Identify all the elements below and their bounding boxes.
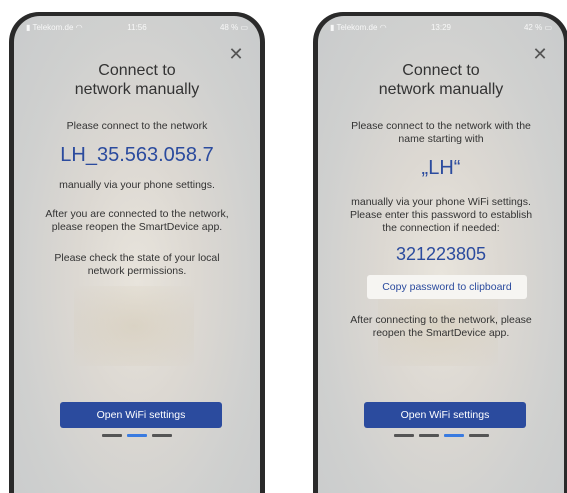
- pagination-dots: [318, 434, 564, 437]
- page-title: Connect to network manually: [74, 62, 200, 98]
- battery-icon: ▭: [544, 22, 552, 32]
- battery-label: 42 % ▭: [523, 22, 552, 32]
- signal-icon: ▮: [26, 22, 31, 32]
- screen-right: ▮ Telekom.de ◠ 13:29 42 % ▭ ✕ Connect to…: [318, 16, 564, 493]
- pagination-dot: [102, 434, 122, 437]
- instruction-text: Please connect to the network with the n…: [351, 120, 531, 145]
- battery-label: 48 % ▭: [219, 22, 248, 32]
- pagination-dot: [152, 434, 172, 437]
- open-wifi-settings-button[interactable]: Open WiFi settings: [60, 402, 222, 428]
- settings-hint: manually via your phone settings.: [59, 179, 215, 191]
- pagination-dot: [393, 434, 414, 437]
- copy-password-button[interactable]: Copy password to clipboard: [367, 275, 527, 299]
- carrier-label: ▮ Telekom.de ◠: [330, 22, 387, 32]
- close-icon[interactable]: ✕: [228, 45, 244, 63]
- status-time: 11:56: [127, 22, 147, 32]
- pagination-dot: [418, 434, 439, 437]
- status-bar: ▮ Telekom.de ◠ 11:56 48 % ▭: [26, 20, 248, 34]
- battery-icon: ▭: [240, 22, 248, 32]
- pagination-dot: [468, 434, 489, 437]
- wifi-icon: ◠: [379, 22, 387, 32]
- network-name: „LH“: [421, 157, 461, 179]
- status-time: 13:29: [430, 22, 452, 32]
- close-icon[interactable]: ✕: [532, 45, 548, 63]
- network-password: 321223805: [395, 244, 487, 264]
- pagination-dot-active: [443, 434, 464, 437]
- wifi-icon: ◠: [75, 22, 83, 32]
- password-hint: manually via your phone WiFi settings. P…: [349, 196, 533, 234]
- carrier-label: ▮ Telekom.de ◠: [26, 22, 83, 32]
- open-wifi-settings-button[interactable]: Open WiFi settings: [364, 402, 526, 428]
- reopen-hint: After connecting to the network, please …: [350, 314, 532, 339]
- pagination-dot-active: [127, 434, 147, 437]
- reopen-hint: After you are connected to the network, …: [45, 208, 229, 233]
- page-title: Connect to network manually: [378, 62, 504, 98]
- screen-left: ▮ Telekom.de ◠ 11:56 48 % ▭ ✕ Connect to…: [14, 16, 260, 493]
- phone-left: ▮ Telekom.de ◠ 11:56 48 % ▭ ✕ Connect to…: [9, 12, 265, 493]
- phone-right: ▮ Telekom.de ◠ 13:29 42 % ▭ ✕ Connect to…: [313, 12, 567, 493]
- network-name: LH_35.563.058.7: [60, 144, 214, 166]
- instruction-text: Please connect to the network: [66, 120, 208, 132]
- status-bar: ▮ Telekom.de ◠ 13:29 42 % ▭: [330, 20, 552, 34]
- pagination-dots: [14, 434, 260, 437]
- signal-icon: ▮: [330, 22, 335, 32]
- permissions-hint: Please check the state of your local net…: [54, 252, 220, 277]
